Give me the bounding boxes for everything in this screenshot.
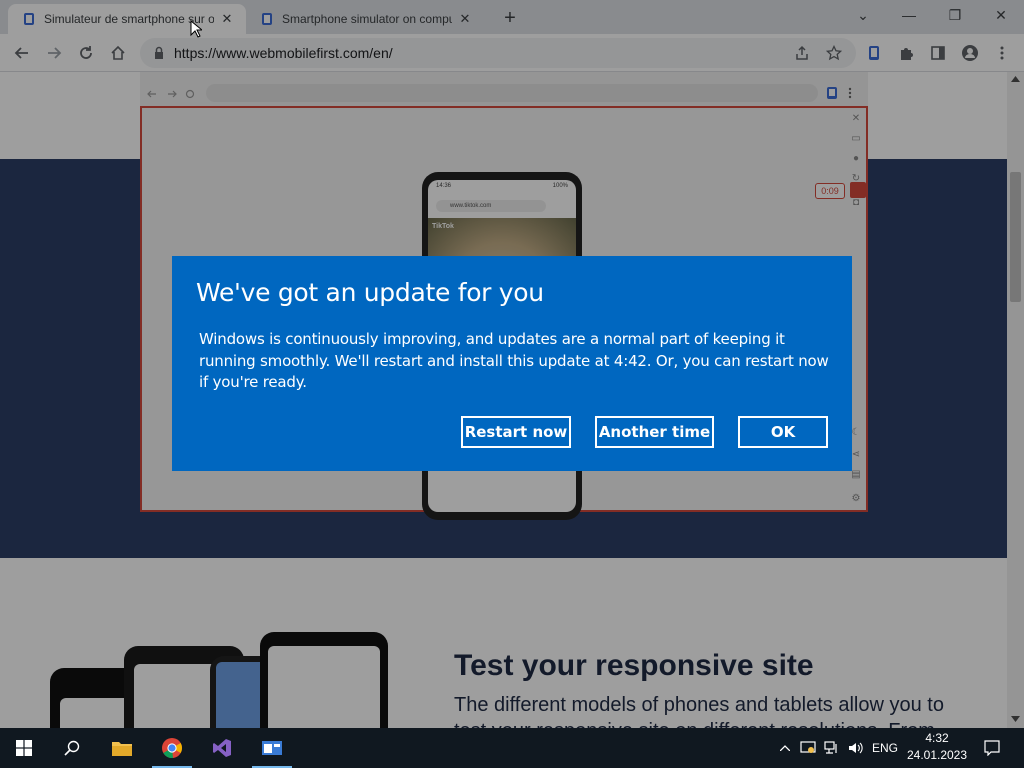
chrome-taskbar-button[interactable] — [148, 728, 196, 768]
app-window-button[interactable] — [248, 728, 296, 768]
mouse-cursor-icon — [190, 20, 202, 38]
show-hidden-icons-button[interactable] — [776, 728, 794, 768]
language-indicator[interactable]: ENG — [870, 728, 900, 768]
start-button[interactable] — [0, 728, 48, 768]
volume-tray-icon[interactable] — [846, 728, 866, 768]
taskbar-clock[interactable]: 4:32 24.01.2023 — [905, 730, 969, 764]
search-icon — [64, 740, 80, 756]
visual-studio-icon — [213, 739, 231, 757]
app-window-icon — [262, 741, 282, 755]
monitor-update-icon — [800, 741, 816, 753]
ok-button[interactable]: OK — [738, 416, 828, 448]
update-tray-icon[interactable] — [798, 728, 818, 768]
folder-icon — [112, 742, 132, 756]
clock-time: 4:32 — [925, 731, 949, 745]
speaker-icon — [849, 742, 863, 754]
network-tray-icon[interactable] — [822, 728, 842, 768]
visual-studio-button[interactable] — [198, 728, 246, 768]
notification-icon — [984, 740, 1000, 756]
windows-update-dialog: We've got an update for you Windows is c… — [172, 256, 852, 471]
windows-logo-icon — [16, 740, 32, 756]
windows-taskbar: ENG 4:32 24.01.2023 — [0, 728, 1024, 768]
restart-now-button[interactable]: Restart now — [461, 416, 571, 448]
dialog-title: We've got an update for you — [196, 278, 544, 307]
file-explorer-button[interactable] — [98, 728, 146, 768]
chrome-icon — [162, 738, 183, 759]
another-time-button[interactable]: Another time — [595, 416, 714, 448]
action-center-button[interactable] — [978, 728, 1006, 768]
clock-date: 24.01.2023 — [906, 748, 968, 762]
chevron-up-icon — [780, 745, 790, 751]
search-button[interactable] — [48, 728, 96, 768]
network-icon — [824, 741, 837, 754]
dialog-message: Windows is continuously improving, and u… — [199, 330, 829, 391]
